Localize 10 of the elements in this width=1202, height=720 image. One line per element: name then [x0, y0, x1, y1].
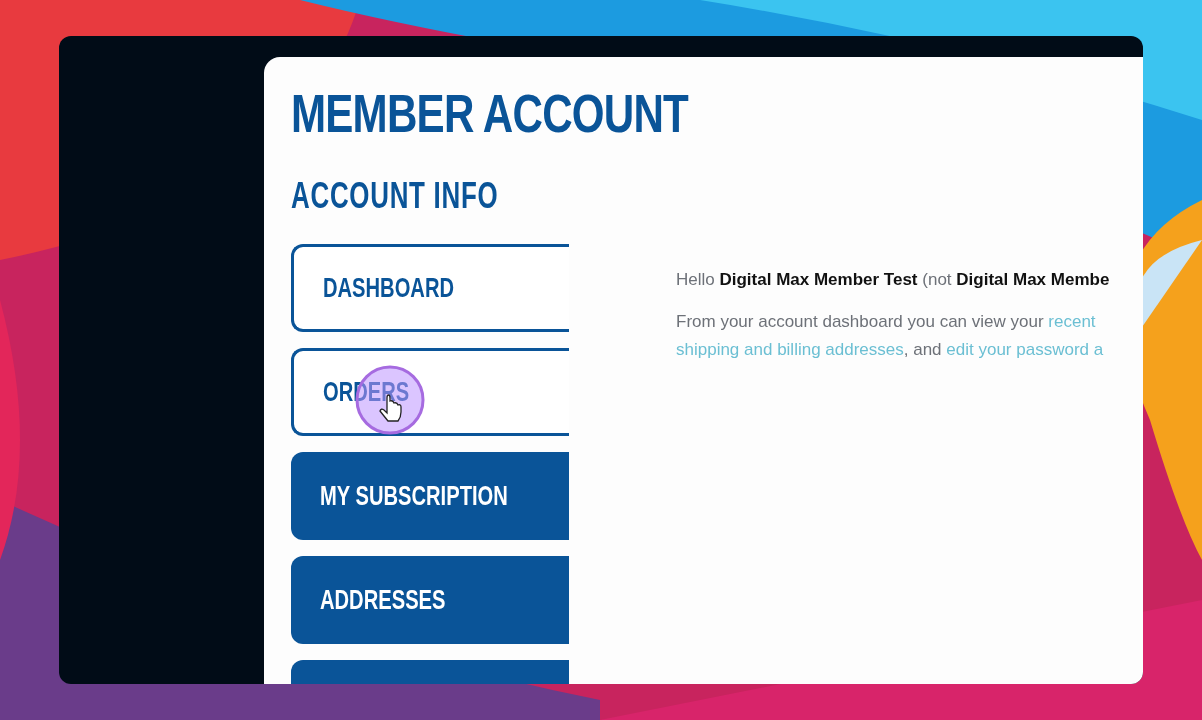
nav-button[interactable]: MY SUBSCRIPTION [291, 451, 569, 540]
nav-button[interactable]: ADDRESSES [291, 555, 569, 644]
intro-paragraph: From your account dashboard you can view your recent shipping and billing addresses, and edit your password a [676, 310, 1105, 361]
page-title: MEMBER ACCOUNT [291, 85, 688, 142]
section-heading: ACCOUNT INFO [291, 177, 499, 214]
link[interactable]: edit your password a [946, 339, 1104, 359]
nav-button[interactable]: DASHBOARD [291, 243, 569, 332]
greeting-text: Hello Digital Max Member Test (not Digital Max Membe [676, 268, 1111, 291]
link[interactable]: recent [1048, 311, 1096, 331]
link[interactable]: shipping and billing addresses [676, 339, 904, 359]
